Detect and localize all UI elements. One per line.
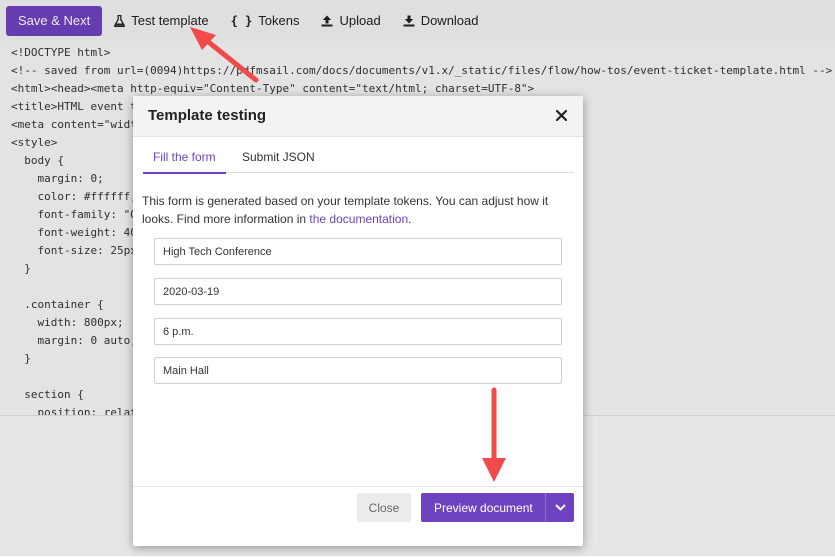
tab-fill-the-form[interactable]: Fill the form [143, 146, 226, 174]
tab-submit-json[interactable]: Submit JSON [232, 146, 325, 172]
documentation-link[interactable]: the documentation [309, 212, 408, 226]
template-testing-dialog: Template testing Fill the form Submit JS… [133, 96, 583, 546]
preview-document-label: Preview document [434, 500, 533, 515]
close-button[interactable]: Close [357, 493, 411, 522]
event-date-field[interactable] [154, 278, 562, 305]
event-name-field[interactable] [154, 238, 562, 265]
chevron-down-icon[interactable] [545, 493, 574, 522]
form-description: This form is generated based on your tem… [142, 192, 562, 228]
close-icon[interactable] [551, 105, 571, 125]
description-suffix: . [408, 212, 412, 226]
dialog-title: Template testing [148, 107, 267, 124]
event-location-field[interactable] [154, 357, 562, 384]
dialog-header: Template testing [133, 96, 583, 137]
event-time-field[interactable] [154, 318, 562, 345]
dialog-tabs: Fill the form Submit JSON [143, 146, 574, 174]
preview-document-button[interactable]: Preview document [421, 493, 574, 522]
